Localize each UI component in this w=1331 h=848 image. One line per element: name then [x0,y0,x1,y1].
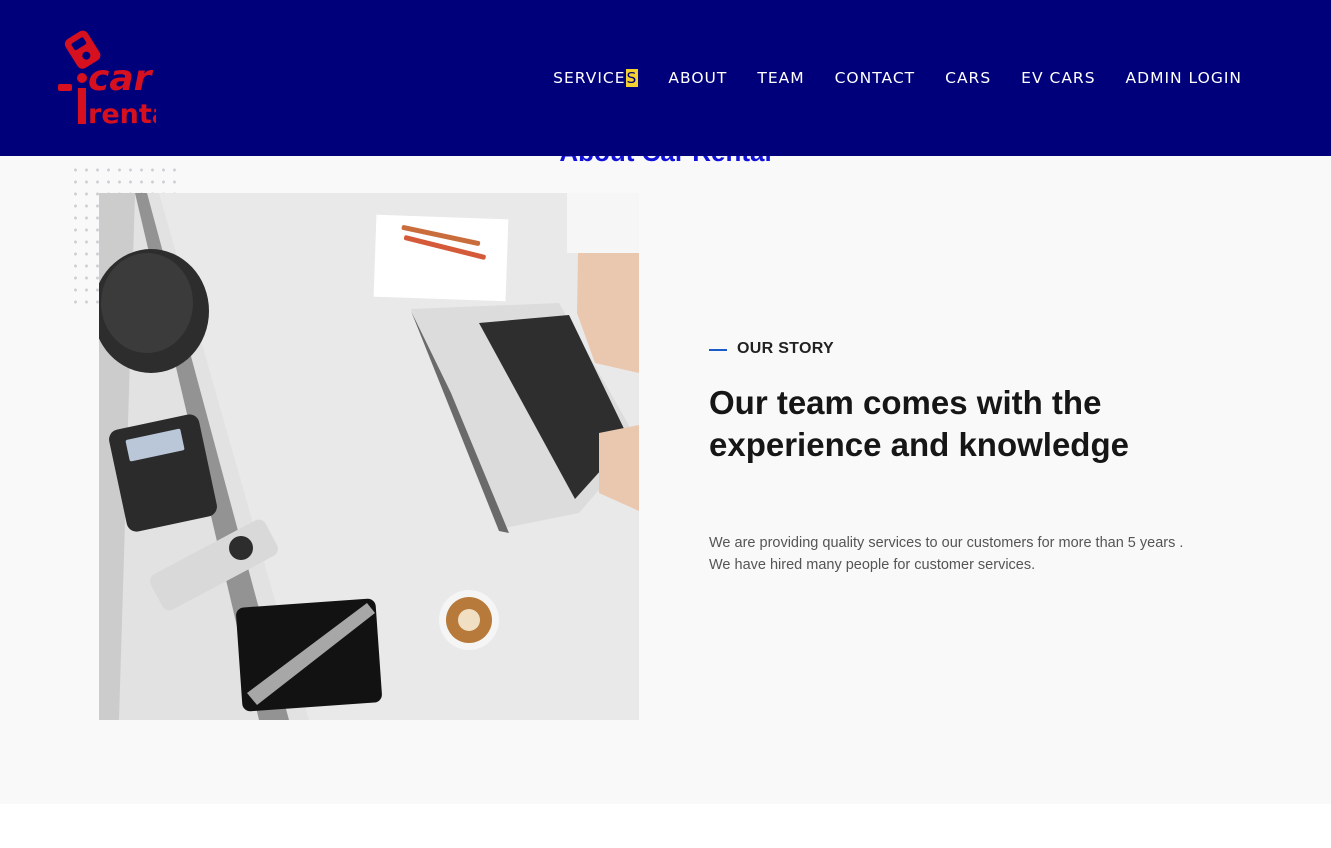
about-description: We are providing quality services to our… [709,532,1289,576]
nav-contact[interactable]: CONTACT [835,68,916,88]
our-story-eyebrow: OUR STORY [737,340,834,357]
nav-services-label: SERVICE [553,69,626,87]
logo-word-rental: rental [88,99,156,128]
nav-cars[interactable]: CARS [945,68,991,88]
about-section: About Car Rental [0,137,1331,804]
headline-line-1: Our team comes with the [709,384,1102,421]
site-header: car rental SERVICES ABOUT TEAM CONTACT C… [0,0,1331,156]
office-desk-photo [99,193,639,720]
office-desk-illustration [99,193,639,720]
nav-about[interactable]: ABOUT [668,68,727,88]
nav-ev-cars[interactable]: EV CARS [1021,68,1095,88]
nav-admin-login[interactable]: ADMIN LOGIN [1126,68,1242,88]
description-line-1: We are providing quality services to our… [709,535,1184,551]
headline-line-2: experience and knowledge [709,426,1129,463]
nav-services-highlight: S [625,69,639,87]
car-rental-logo[interactable]: car rental [56,28,156,128]
description-line-2: We have hired many people for customer s… [709,557,1036,573]
about-headline: Our team comes with the experience and k… [709,382,1269,466]
nav-team[interactable]: TEAM [757,68,804,88]
eyebrow-accent-line [709,349,727,351]
main-nav: SERVICES ABOUT TEAM CONTACT CARS EV CARS… [553,68,1242,88]
nav-services[interactable]: SERVICES [553,68,639,88]
logo-word-car: car [88,58,154,99]
